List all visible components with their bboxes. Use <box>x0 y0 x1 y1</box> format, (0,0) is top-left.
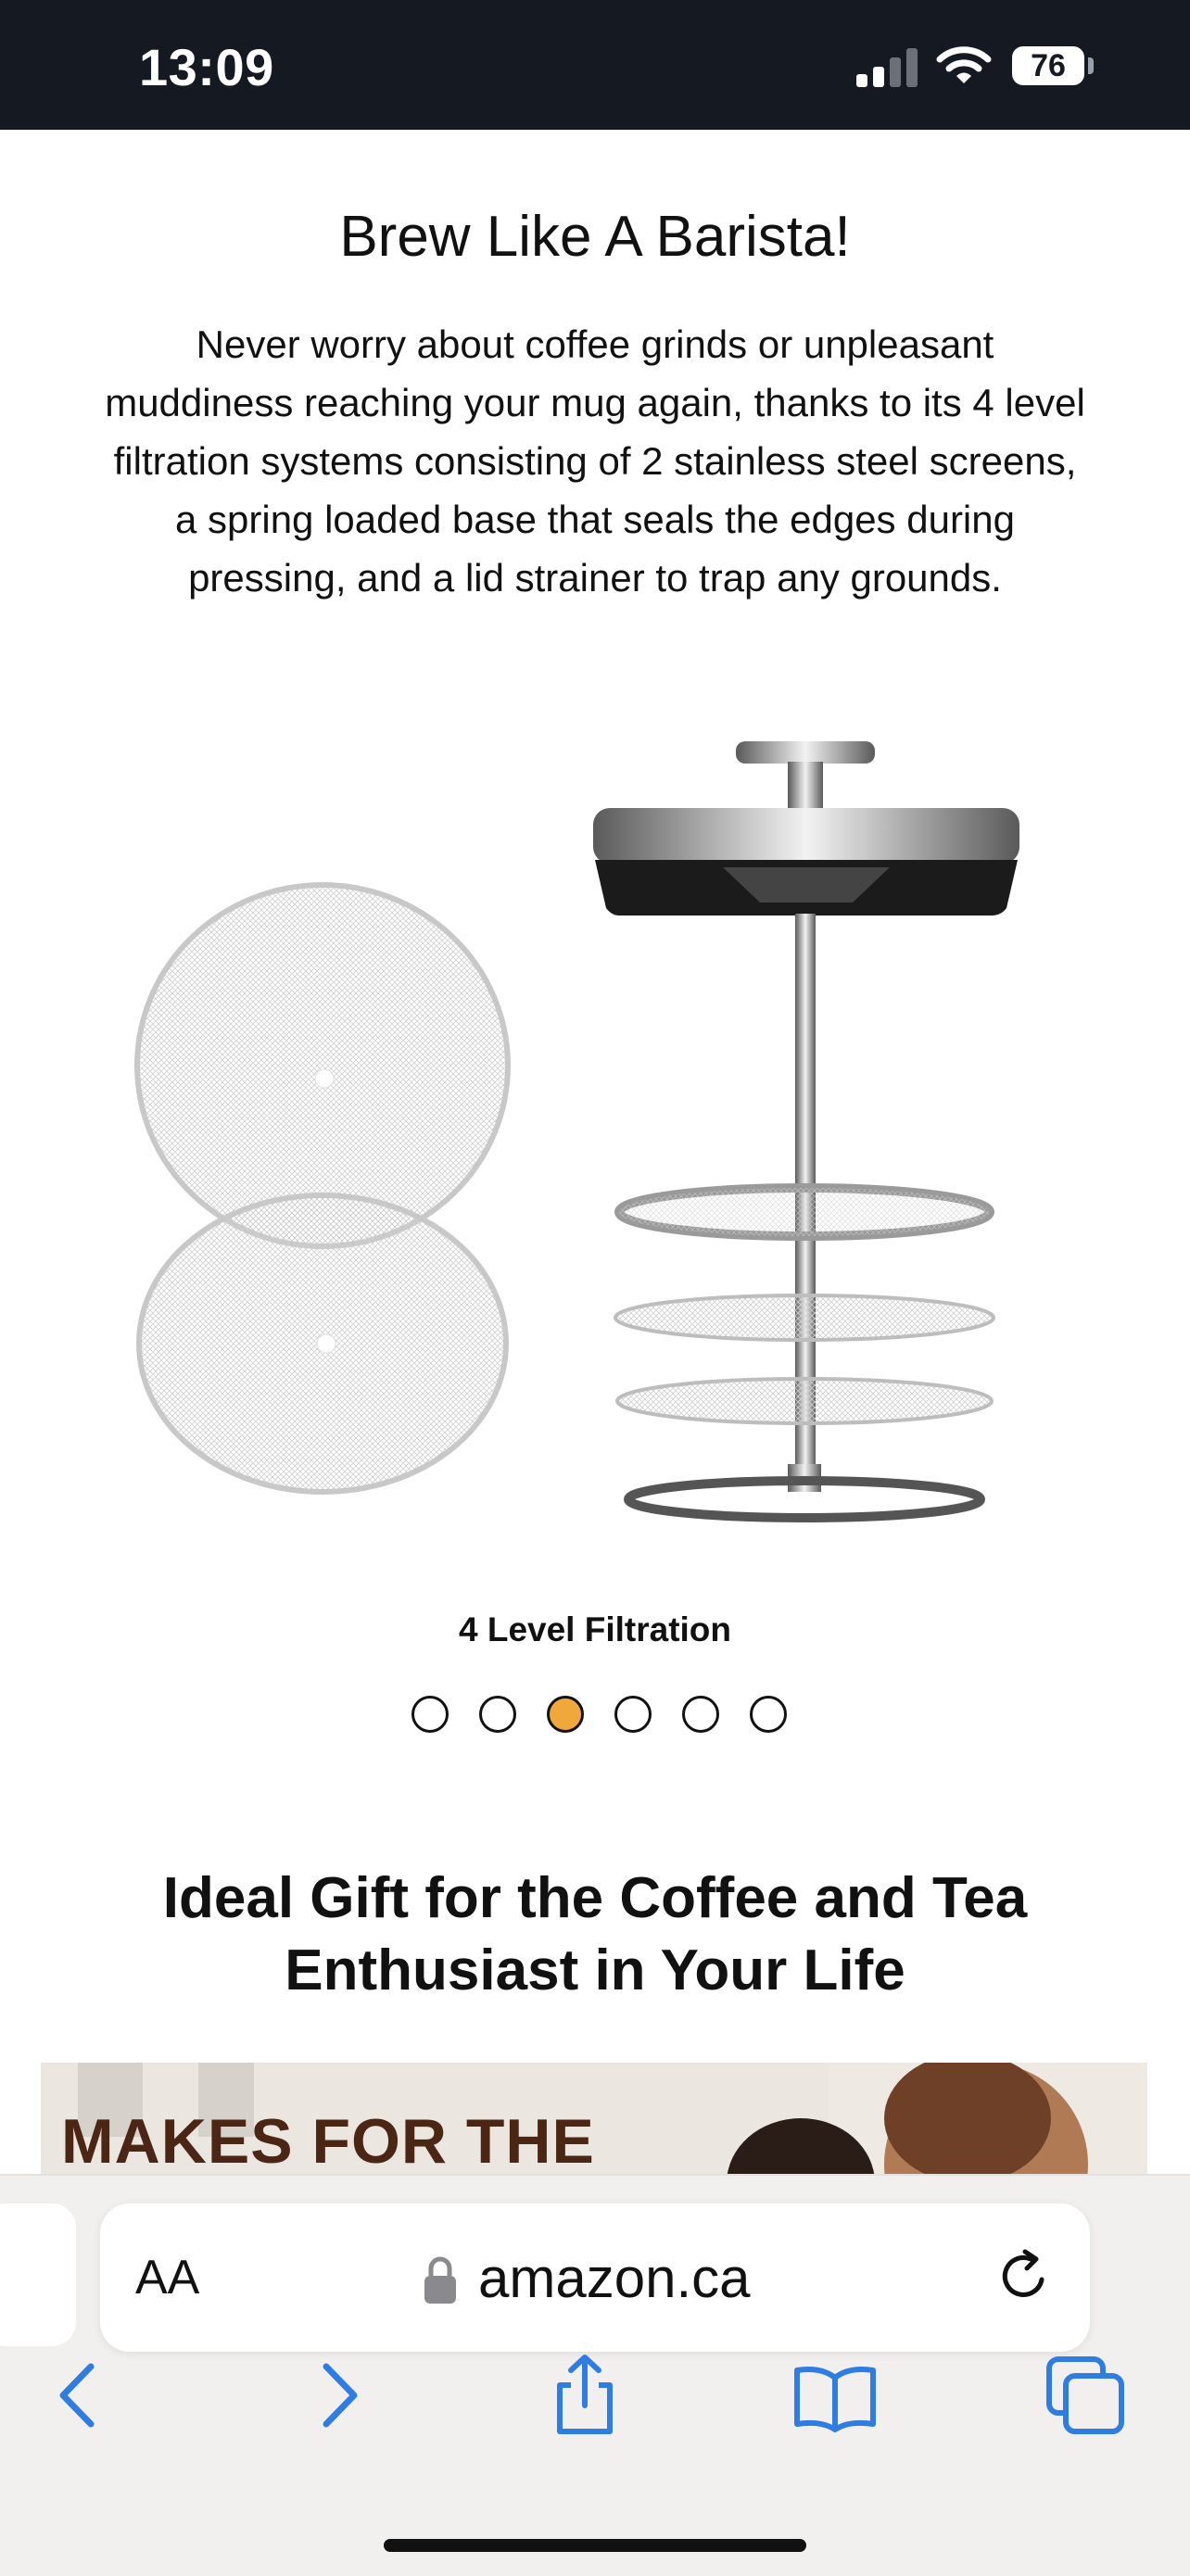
lock-icon <box>424 2256 456 2304</box>
address-bar[interactable]: AA amazon.ca <box>100 2203 1090 2352</box>
carousel-dot[interactable] <box>411 1696 449 1733</box>
banner-text: MAKES FOR THE <box>61 2106 595 2174</box>
reload-icon[interactable] <box>994 2246 1055 2307</box>
carousel-pagination <box>411 1696 801 1738</box>
url-text[interactable]: amazon.ca <box>478 2246 751 2310</box>
battery-level: 76 <box>1031 48 1066 83</box>
home-indicator <box>384 2539 806 2552</box>
filtration-product-image[interactable] <box>111 704 1075 1557</box>
back-icon[interactable] <box>37 2354 120 2437</box>
previous-tab-card[interactable] <box>0 2203 76 2346</box>
status-bar: 13:09 76 <box>0 0 1190 130</box>
section-headline: Brew Like A Barista! <box>339 205 851 269</box>
browser-toolbar <box>0 2354 1190 2474</box>
gift-banner-image[interactable]: MAKES FOR THE <box>41 2063 1147 2174</box>
status-time: 13:09 <box>139 38 274 96</box>
battery-icon: 76 <box>1012 46 1084 85</box>
wifi-icon <box>936 46 992 83</box>
carousel-dot[interactable] <box>479 1696 516 1733</box>
forward-icon[interactable] <box>297 2354 380 2437</box>
bookmarks-icon[interactable] <box>793 2354 877 2437</box>
tabs-icon[interactable] <box>1044 2354 1127 2437</box>
carousel-dot[interactable] <box>614 1696 652 1733</box>
carousel-dot[interactable] <box>682 1696 719 1733</box>
gift-section-title: Ideal Gift for the Coffee and Tea Enthus… <box>162 1866 1028 2002</box>
text-size-button[interactable]: AA <box>135 2250 199 2305</box>
text-size-label: AA <box>135 2251 200 2305</box>
carousel-dot-active[interactable] <box>547 1696 584 1733</box>
carousel-dot[interactable] <box>750 1696 787 1733</box>
cellular-signal-icon <box>856 48 918 87</box>
section-description: Never worry about coffee grinds or unple… <box>105 322 1085 600</box>
carousel-caption: 4 Level Filtration <box>458 1610 731 1648</box>
plunger-assembly <box>593 741 1019 1522</box>
battery-nub <box>1088 57 1094 74</box>
share-icon[interactable] <box>543 2354 627 2437</box>
mesh-screens <box>134 882 511 1495</box>
